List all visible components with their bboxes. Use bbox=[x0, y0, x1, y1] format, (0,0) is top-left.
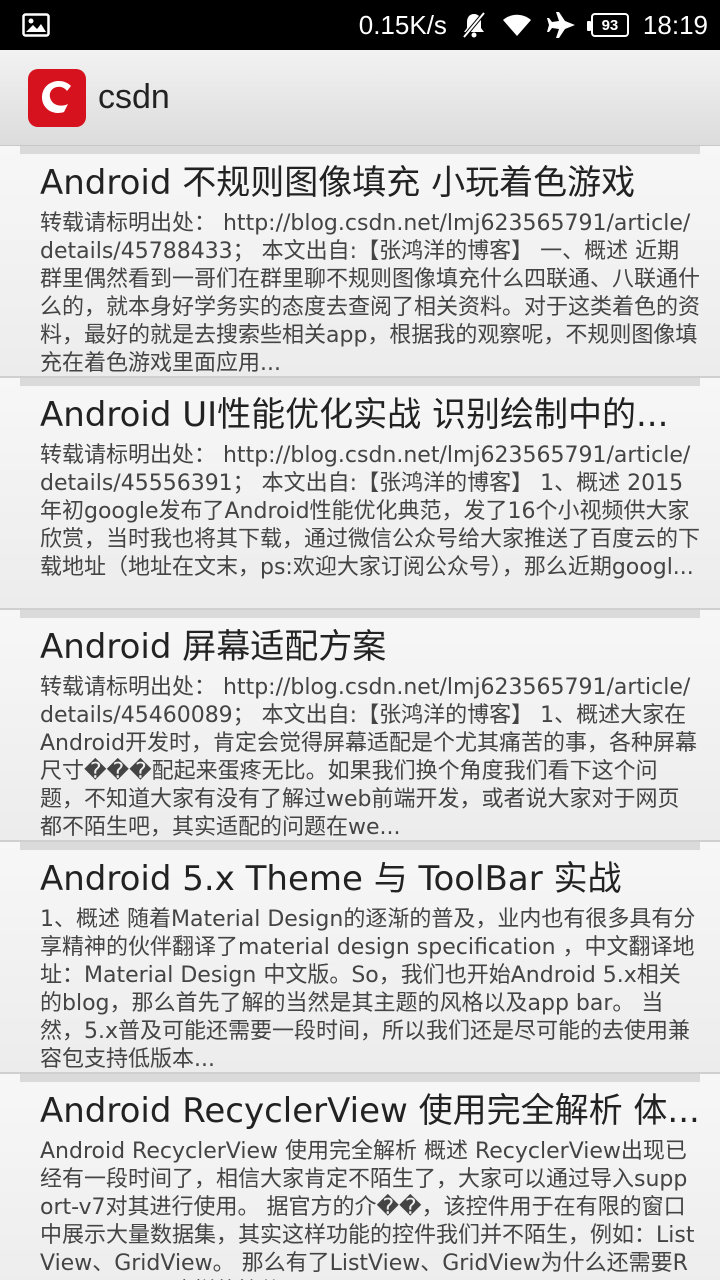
status-bar: 0.15K/s 93 18:19 bbox=[0, 0, 720, 50]
article-summary: 转载请标明出处： http://blog.csdn.net/lmj6235657… bbox=[40, 675, 698, 840]
app-title: csdn bbox=[98, 78, 170, 116]
battery-icon: 93 bbox=[586, 13, 629, 37]
article-summary: Android RecyclerView 使用完全解析 概述 RecyclerV… bbox=[40, 1139, 695, 1280]
article-title: Android 5.x Theme 与 ToolBar 实战 bbox=[40, 859, 622, 899]
action-bar: csdn bbox=[0, 50, 720, 146]
network-speed: 0.15K/s bbox=[358, 9, 447, 40]
csdn-logo-icon[interactable] bbox=[28, 68, 86, 127]
status-time: 18:19 bbox=[642, 9, 708, 40]
list-item[interactable]: Android 不规则图像填充 小玩着色游戏 转载请标明出处： http://b… bbox=[0, 146, 720, 378]
image-icon bbox=[22, 13, 50, 37]
article-title: Android RecyclerView 使用完全解析 体... bbox=[40, 1091, 700, 1131]
article-title: Android 屏幕适配方案 bbox=[40, 627, 387, 667]
list-item[interactable]: Android UI性能优化实战 识别绘制中的... 转载请标明出处： http… bbox=[0, 378, 720, 610]
wifi-icon bbox=[501, 12, 533, 38]
article-title: Android UI性能优化实战 识别绘制中的... bbox=[40, 395, 669, 435]
list-item[interactable]: Android 5.x Theme 与 ToolBar 实战 1、概述 随着Ma… bbox=[0, 842, 720, 1074]
list-item[interactable]: Android RecyclerView 使用完全解析 体... Android… bbox=[0, 1074, 720, 1280]
article-summary: 转载请标明出处： http://blog.csdn.net/lmj6235657… bbox=[40, 443, 700, 580]
article-list[interactable]: Android 不规则图像填充 小玩着色游戏 转载请标明出处： http://b… bbox=[0, 146, 720, 1280]
article-title: Android 不规则图像填充 小玩着色游戏 bbox=[40, 163, 636, 203]
airplane-icon bbox=[546, 11, 577, 39]
article-summary: 1、概述 随着Material Design的逐渐的普及，业内也有很多具有分享精… bbox=[40, 907, 696, 1072]
list-item[interactable]: Android 屏幕适配方案 转载请标明出处： http://blog.csdn… bbox=[0, 610, 720, 842]
article-summary: 转载请标明出处： http://blog.csdn.net/lmj6235657… bbox=[40, 211, 700, 376]
silent-icon bbox=[461, 11, 487, 39]
